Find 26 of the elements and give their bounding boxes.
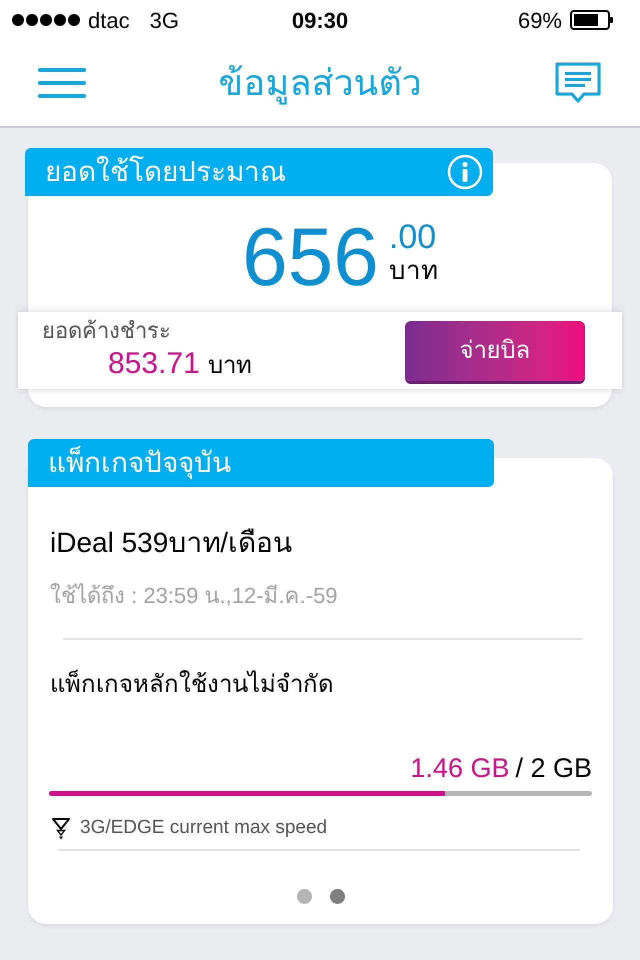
pay-bill-button[interactable]: จ่ายบิล	[405, 320, 585, 380]
message-icon[interactable]	[554, 61, 602, 105]
funnel-triangles-icon	[52, 818, 70, 840]
menu-icon[interactable]	[38, 68, 86, 98]
speed-note: 3G/EDGE current max speed	[80, 816, 328, 840]
clock-time: 09:30	[292, 6, 348, 34]
outstanding-label: ยอดค้างชำระ	[42, 317, 172, 345]
total-data: / 2 GB	[515, 752, 592, 784]
outstanding-amount: 853.71	[108, 346, 200, 382]
usage-amount: 656	[242, 216, 379, 298]
quota-name: แพ็กเกจหลักใช้งานไม่จำกัด	[49, 670, 335, 700]
info-icon[interactable]	[447, 154, 483, 190]
amount-decimals: .00	[388, 220, 436, 254]
card-title: แพ็กเกจปัจจุบัน	[48, 444, 231, 482]
signal-dots-icon	[12, 14, 80, 26]
valid-until: ใช้ได้ถึง : 23:59 น.,12-มี.ค.-59	[49, 582, 339, 610]
battery-icon	[570, 10, 614, 30]
currency-label: บาท	[388, 254, 438, 287]
outstanding-currency: บาท	[208, 350, 252, 381]
used-data: 1.46 GB	[410, 752, 510, 784]
battery-percent: 69%	[518, 6, 562, 34]
page-title: ข้อมูลส่วนตัว	[218, 61, 422, 106]
card-title: ยอดใช้โดยประมาณ	[45, 154, 286, 189]
plan-name: iDeal 539บาท/เดือน	[49, 526, 294, 560]
carrier-name: dtac	[88, 6, 130, 34]
network-type: 3G	[150, 6, 179, 34]
